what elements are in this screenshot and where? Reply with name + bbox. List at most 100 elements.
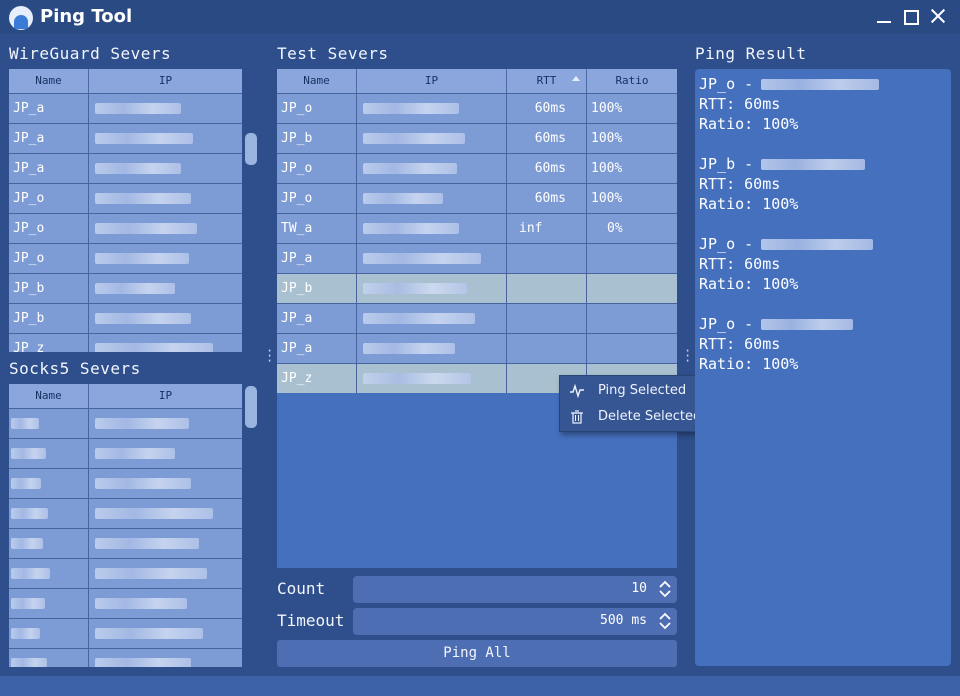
server-ip-redacted — [89, 304, 242, 333]
redacted-ip — [363, 223, 459, 234]
redacted-ip — [95, 103, 181, 114]
redacted-ip — [363, 253, 481, 264]
server-ip-redacted — [89, 184, 242, 213]
result-server-name: JP_o - — [699, 235, 754, 253]
ping-all-button[interactable]: Ping All — [277, 640, 677, 667]
spin-arrows-icon[interactable] — [657, 610, 673, 632]
server-ip-redacted — [357, 184, 507, 213]
result-entry-header: JP_b - — [699, 154, 947, 174]
table-row[interactable] — [9, 498, 242, 528]
server-ip-redacted — [89, 409, 242, 438]
table-row[interactable]: TW_a inf 0% — [277, 213, 677, 243]
redacted-ip — [95, 343, 213, 352]
table-row[interactable]: JP_a — [9, 93, 242, 123]
table-row[interactable]: JP_a — [9, 123, 242, 153]
left-splitter-handle[interactable]: · · · — [266, 345, 273, 367]
server-name: JP_z — [277, 364, 357, 393]
table-row[interactable]: JP_o — [9, 243, 242, 273]
table-row[interactable]: JP_a — [277, 333, 677, 363]
column-header-name[interactable]: Name — [9, 69, 89, 93]
result-spacer — [699, 134, 947, 154]
table-row[interactable]: JP_o — [9, 183, 242, 213]
table-row[interactable] — [9, 408, 242, 438]
table-row[interactable]: JP_o — [9, 213, 242, 243]
ping-result-panel[interactable]: JP_o - RTT: 60ms Ratio: 100% JP_b - RTT: 60m… — [695, 69, 951, 666]
redacted-ip — [363, 163, 457, 174]
server-name: JP_a — [9, 124, 89, 153]
table-row[interactable]: JP_a — [9, 153, 242, 183]
server-ip-redacted — [89, 469, 242, 498]
socks5-scrollbar[interactable] — [245, 386, 257, 428]
server-ip-redacted — [89, 334, 242, 352]
table-row[interactable] — [9, 528, 242, 558]
redacted-ip — [95, 163, 181, 174]
server-ip-redacted — [89, 154, 242, 183]
redacted-ip — [363, 133, 465, 144]
rtt-value: 60ms — [507, 124, 587, 153]
table-row[interactable]: JP_o 60ms 100% — [277, 153, 677, 183]
server-ip-redacted — [89, 214, 242, 243]
server-name: JP_b — [277, 124, 357, 153]
redacted-name — [11, 658, 47, 667]
column-header-name[interactable]: Name — [277, 69, 357, 93]
socks5-table[interactable]: Name IP — [9, 384, 242, 667]
server-name-redacted — [9, 559, 89, 588]
server-ip-redacted — [357, 124, 507, 153]
redacted-name — [11, 568, 50, 579]
server-name-redacted — [9, 469, 89, 498]
result-rtt: RTT: 60ms — [699, 95, 781, 113]
table-row[interactable]: JP_b — [9, 303, 242, 333]
spin-arrows-icon[interactable] — [657, 578, 673, 600]
maximize-button[interactable] — [902, 8, 920, 26]
redacted-ip — [95, 538, 199, 549]
table-row[interactable]: JP_a — [277, 303, 677, 333]
table-row[interactable]: JP_b 60ms 100% — [277, 123, 677, 153]
redacted-name — [11, 478, 41, 489]
column-header-ip[interactable]: IP — [89, 384, 242, 408]
table-row[interactable] — [9, 558, 242, 588]
table-row[interactable]: JP_b — [277, 273, 677, 303]
table-row[interactable] — [9, 468, 242, 498]
minimize-button[interactable] — [875, 8, 893, 26]
column-header-ip[interactable]: IP — [357, 69, 507, 93]
table-row[interactable]: JP_o 60ms 100% — [277, 183, 677, 213]
table-row[interactable] — [9, 588, 242, 618]
status-bar — [0, 676, 960, 696]
server-ip-redacted — [357, 94, 507, 123]
wireguard-table[interactable]: Name IP JP_a JP_a JP_a JP_o JP_o JP_o JP_b JP_b… — [9, 69, 242, 352]
close-button[interactable] — [929, 8, 947, 26]
table-row[interactable] — [9, 618, 242, 648]
redacted-ip — [95, 628, 203, 639]
result-ratio: Ratio: 100% — [699, 275, 799, 293]
table-row[interactable]: JP_b — [9, 273, 242, 303]
table-row[interactable] — [9, 438, 242, 468]
result-entry-header: JP_o - — [699, 234, 947, 254]
table-row[interactable]: JP_o 60ms 100% — [277, 93, 677, 123]
rtt-value — [507, 334, 587, 363]
test-table[interactable]: Name IP RTT Ratio JP_o 60ms 100% JP_b 60ms 10… — [277, 69, 677, 393]
result-rtt: RTT: 60ms — [699, 335, 781, 353]
column-header-ip[interactable]: IP — [89, 69, 242, 93]
redacted-ip — [363, 313, 475, 324]
redacted-ip — [363, 343, 455, 354]
wireguard-scrollbar[interactable] — [245, 133, 257, 165]
socks5-title: Socks5 Severs — [9, 359, 141, 378]
redacted-ip — [761, 319, 854, 330]
redacted-ip — [761, 159, 866, 170]
timeout-spinbox[interactable]: 500 ms — [353, 608, 677, 635]
redacted-name — [11, 628, 40, 639]
ratio-value — [587, 274, 677, 303]
column-header-name[interactable]: Name — [9, 384, 89, 408]
table-row[interactable] — [9, 648, 242, 667]
redacted-ip — [95, 448, 175, 459]
column-header-ratio[interactable]: Ratio — [587, 69, 677, 93]
table-row[interactable]: JP_a — [277, 243, 677, 273]
count-spinbox[interactable]: 10 — [353, 576, 677, 603]
redacted-ip — [363, 193, 443, 204]
table-row[interactable]: JP_z — [9, 333, 242, 352]
redacted-ip — [95, 133, 193, 144]
server-ip-redacted — [89, 499, 242, 528]
ratio-value: 100% — [591, 191, 623, 206]
column-header-rtt[interactable]: RTT — [507, 69, 587, 93]
right-splitter-handle[interactable]: · · · — [684, 345, 691, 367]
